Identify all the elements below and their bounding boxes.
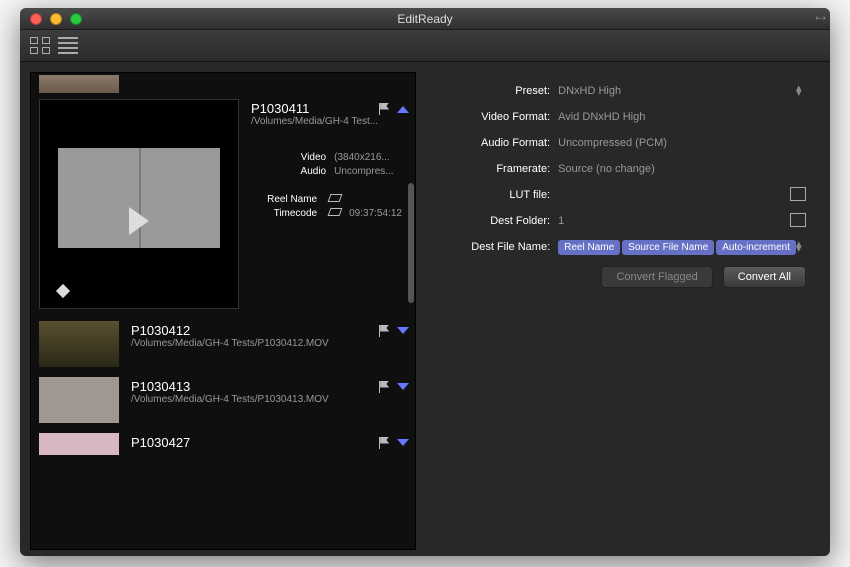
list-item[interactable]: P1030427: [39, 433, 415, 455]
filename-tokens[interactable]: Reel Name Source File Name Auto-incremen…: [558, 240, 796, 255]
marker-icon: [56, 284, 70, 298]
close-button[interactable]: [30, 13, 42, 25]
content: P1030411 /Volumes/Media/GH-4 Test... Vid…: [20, 62, 830, 556]
list-item-expanded[interactable]: P1030411 /Volumes/Media/GH-4 Test... Vid…: [39, 99, 415, 309]
dest-name-label: Dest File Name:: [432, 241, 550, 253]
reel-label: Reel Name: [267, 194, 317, 205]
list-item[interactable]: [39, 75, 415, 93]
collapse-icon[interactable]: [397, 105, 409, 113]
settings-panel: Preset: DNxHD High ▴▾ Video Format: Avid…: [426, 72, 820, 550]
flag-icon[interactable]: [379, 381, 391, 393]
toolbar: [20, 30, 830, 62]
token-auto-increment[interactable]: Auto-increment: [716, 240, 796, 255]
clip-thumbnail: [39, 321, 119, 367]
preset-label: Preset:: [432, 85, 550, 97]
dest-folder-label: Dest Folder:: [432, 215, 550, 227]
clip-thumbnail: [39, 433, 119, 455]
window-title: EditReady: [20, 12, 830, 26]
scrollbar-thumb[interactable]: [408, 183, 414, 303]
preset-value[interactable]: DNxHD High: [558, 85, 796, 97]
token-source-name[interactable]: Source File Name: [622, 240, 714, 255]
grid-view-button[interactable]: [30, 37, 50, 55]
video-label: Video: [301, 152, 326, 163]
window-controls: [30, 13, 82, 25]
preset-stepper-icon[interactable]: ▴▾: [796, 86, 806, 96]
clip-thumbnail: [39, 377, 119, 423]
zoom-button[interactable]: [70, 13, 82, 25]
flag-icon[interactable]: [379, 437, 391, 449]
clip-path: /Volumes/Media/GH-4 Tests/P1030412.MOV: [131, 338, 409, 349]
list-item[interactable]: P1030413 /Volumes/Media/GH-4 Tests/P1030…: [39, 377, 415, 427]
list-item[interactable]: P1030412 /Volumes/Media/GH-4 Tests/P1030…: [39, 321, 415, 371]
flag-icon[interactable]: [379, 325, 391, 337]
expand-icon[interactable]: [397, 439, 409, 447]
list-view-button[interactable]: [58, 37, 78, 55]
framerate-value: Source (no change): [558, 163, 806, 175]
resize-grip-icon[interactable]: ⤢: [813, 12, 826, 25]
timecode-value: 09:37:54:12: [349, 208, 409, 219]
audio-value: Uncompres...: [334, 166, 409, 177]
titlebar[interactable]: EditReady ⤢: [20, 8, 830, 30]
tag-icon[interactable]: [328, 194, 343, 202]
play-icon[interactable]: [129, 207, 149, 235]
framerate-label: Framerate:: [432, 163, 550, 175]
clip-scroll[interactable]: P1030411 /Volumes/Media/GH-4 Test... Vid…: [31, 73, 415, 549]
app-window: EditReady ⤢: [20, 8, 830, 556]
convert-all-button[interactable]: Convert All: [723, 266, 806, 288]
dest-folder-value[interactable]: 1: [558, 215, 792, 227]
clip-list: P1030411 /Volumes/Media/GH-4 Test... Vid…: [30, 72, 416, 550]
lut-label: LUT file:: [432, 189, 550, 201]
clip-name: P1030413: [131, 379, 190, 394]
audio-format-label: Audio Format:: [432, 137, 550, 149]
clip-metadata: P1030411 /Volumes/Media/GH-4 Test... Vid…: [251, 99, 415, 309]
browse-folder-icon[interactable]: [792, 215, 806, 227]
flag-icon[interactable]: [379, 103, 391, 115]
video-value: (3840x216...: [334, 152, 409, 163]
token-reel-name[interactable]: Reel Name: [558, 240, 620, 255]
tag-icon[interactable]: [328, 208, 343, 216]
clip-path: /Volumes/Media/GH-4 Test...: [251, 116, 409, 127]
audio-format-value: Uncompressed (PCM): [558, 137, 806, 149]
video-format-label: Video Format:: [432, 111, 550, 123]
browse-file-icon[interactable]: [792, 189, 806, 201]
expand-icon[interactable]: [397, 327, 409, 335]
clip-name: P1030412: [131, 323, 190, 338]
convert-flagged-button[interactable]: Convert Flagged: [601, 266, 712, 288]
filename-stepper-icon[interactable]: ▴▾: [796, 242, 806, 252]
minimize-button[interactable]: [50, 13, 62, 25]
clip-name: P1030427: [131, 435, 190, 450]
clip-path: /Volumes/Media/GH-4 Tests/P1030413.MOV: [131, 394, 409, 405]
timecode-label: Timecode: [274, 208, 318, 219]
clip-name: P1030411: [251, 101, 309, 116]
video-format-value: Avid DNxHD High: [558, 111, 806, 123]
audio-label: Audio: [301, 166, 327, 177]
expand-icon[interactable]: [397, 383, 409, 391]
clip-thumbnail: [39, 75, 119, 93]
clip-preview[interactable]: [39, 99, 239, 309]
